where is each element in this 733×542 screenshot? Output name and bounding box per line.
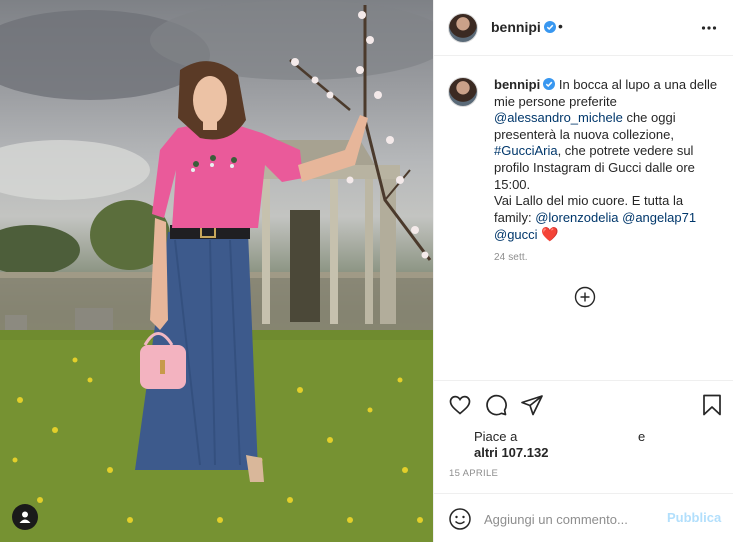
caption-date[interactable]: 24 sett. bbox=[494, 252, 528, 263]
heart-emoji: ❤️ bbox=[541, 226, 559, 243]
header-separator: • bbox=[558, 18, 563, 34]
caption-username[interactable]: bennipi bbox=[494, 77, 540, 92]
hashtag-link[interactable]: #GucciAria bbox=[494, 143, 558, 158]
likes-count[interactable]: altri 107.132 bbox=[474, 445, 704, 461]
post-actions: Piace a e altri 107.132 15 APRILE bbox=[434, 380, 733, 493]
add-comment-bar: Pubblica bbox=[434, 493, 733, 542]
mention-link[interactable]: @gucci bbox=[494, 227, 538, 242]
author-username-text[interactable]: bennipi bbox=[491, 19, 541, 35]
mention-link[interactable]: @lorenzodelia bbox=[535, 210, 618, 225]
caption-section: bennipi In bocca al lupo a una delle mie… bbox=[434, 57, 733, 380]
post-photo[interactable] bbox=[0, 0, 433, 542]
publish-button[interactable]: Pubblica bbox=[667, 510, 721, 525]
paper-plane-icon[interactable] bbox=[520, 393, 544, 417]
likes-summary[interactable]: Piace a e altri 107.132 bbox=[474, 429, 704, 461]
post-side-panel: bennipi • bennipi In bocca al lupo a una… bbox=[433, 0, 733, 542]
heart-icon[interactable] bbox=[448, 393, 472, 417]
comment-input[interactable] bbox=[484, 507, 659, 531]
plus-circle-icon[interactable] bbox=[574, 286, 596, 308]
likes-prefix: Piace a bbox=[474, 429, 518, 444]
caption-text: bennipi In bocca al lupo a una delle mie… bbox=[494, 77, 724, 244]
author-username[interactable]: bennipi bbox=[491, 19, 556, 35]
author-avatar[interactable] bbox=[448, 13, 478, 43]
post-timestamp[interactable]: 15 APRILE bbox=[449, 468, 498, 479]
post-photo-scene bbox=[0, 0, 433, 542]
smiley-icon[interactable] bbox=[448, 507, 472, 531]
redacted-username bbox=[521, 431, 613, 443]
mention-link[interactable]: @alessandro_michele bbox=[494, 110, 623, 125]
verified-badge-icon bbox=[543, 78, 556, 90]
verified-badge-icon bbox=[543, 21, 556, 33]
more-options-icon[interactable] bbox=[701, 20, 717, 36]
mention-link[interactable]: @angelap71 bbox=[622, 210, 696, 225]
bookmark-icon[interactable] bbox=[700, 393, 724, 417]
post-header: bennipi • bbox=[434, 0, 733, 56]
likes-suffix: e bbox=[638, 429, 646, 444]
caption-avatar[interactable] bbox=[448, 77, 478, 107]
comment-bubble-icon[interactable] bbox=[484, 393, 508, 417]
user-tag-icon[interactable] bbox=[12, 504, 38, 530]
